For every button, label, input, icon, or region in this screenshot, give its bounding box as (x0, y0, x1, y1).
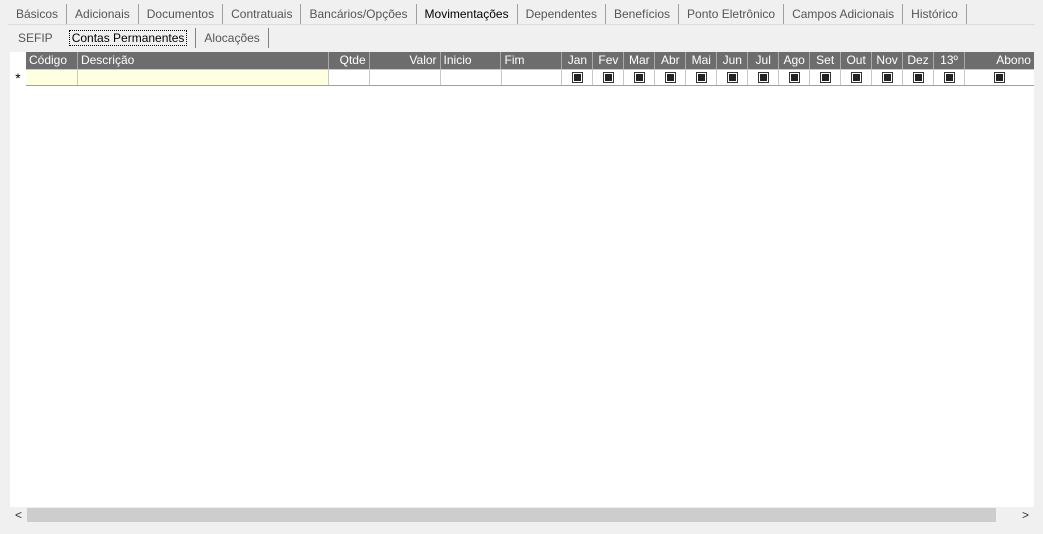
grid-panel: Código Descrição Qtde Valor Inicio Fim J… (10, 52, 1034, 507)
horizontal-scrollbar[interactable]: < > (10, 507, 1034, 524)
checkbox-mai[interactable] (695, 72, 707, 83)
subtab-contas-permanentes[interactable]: Contas Permanentes (61, 28, 197, 48)
cell-descricao[interactable] (77, 69, 329, 85)
cell-abr (655, 69, 687, 85)
col-jun[interactable]: Jun (717, 52, 749, 69)
checkbox-jun[interactable] (726, 72, 738, 83)
tab-basicos[interactable]: Básicos (8, 4, 68, 24)
col-codigo[interactable]: Código (26, 52, 78, 69)
checkbox-jul[interactable] (757, 72, 769, 83)
tab-bancarios-opcoes[interactable]: Bancários/Opções (301, 4, 417, 24)
new-row-marker: * (15, 70, 21, 86)
subtab-sefip[interactable]: SEFIP (10, 28, 61, 48)
tab-beneficios[interactable]: Benefícios (606, 4, 680, 24)
col-inicio[interactable]: Inicio (441, 52, 502, 69)
cell-jul (748, 69, 780, 85)
cell-mar (624, 69, 656, 85)
col-13[interactable]: 13º (934, 52, 966, 69)
checkbox-abono[interactable] (994, 72, 1006, 83)
col-mai[interactable]: Mai (686, 52, 718, 69)
cell-mai (686, 69, 718, 85)
col-abono[interactable]: Abono (965, 52, 1034, 69)
checkbox-out[interactable] (850, 72, 862, 83)
cell-set (810, 69, 842, 85)
scrollbar-thumb[interactable] (27, 508, 996, 522)
subtab-alocacoes[interactable]: Alocações (196, 28, 269, 48)
col-abr[interactable]: Abr (655, 52, 687, 69)
col-dez[interactable]: Dez (903, 52, 935, 69)
checkbox-mar[interactable] (633, 72, 645, 83)
checkbox-ago[interactable] (788, 72, 800, 83)
cell-abono (965, 69, 1034, 85)
checkbox-dez[interactable] (912, 72, 924, 83)
checkbox-jan[interactable] (571, 72, 583, 83)
cell-nov (872, 69, 904, 85)
main-tab-strip: Básicos Adicionais Documentos Contratuai… (8, 4, 967, 24)
cell-fim[interactable] (501, 69, 563, 85)
col-jul[interactable]: Jul (748, 52, 780, 69)
cell-13 (934, 69, 966, 85)
col-nov[interactable]: Nov (872, 52, 904, 69)
col-valor[interactable]: Valor (370, 52, 441, 69)
checkbox-set[interactable] (819, 72, 831, 83)
tab-movimentacoes[interactable]: Movimentações (417, 4, 518, 24)
col-out[interactable]: Out (841, 52, 873, 69)
tab-divider (8, 24, 1035, 25)
col-descricao[interactable]: Descrição (78, 52, 329, 69)
tab-ponto-eletronico[interactable]: Ponto Eletrônico (679, 4, 785, 24)
tab-documentos[interactable]: Documentos (139, 4, 224, 24)
grid-header: Código Descrição Qtde Valor Inicio Fim J… (26, 52, 1034, 69)
cell-fev (593, 69, 625, 85)
scroll-right-icon[interactable]: > (1017, 507, 1034, 524)
cell-jan (562, 69, 594, 85)
checkbox-nov[interactable] (881, 72, 893, 83)
col-ago[interactable]: Ago (779, 52, 811, 69)
tab-adicionais[interactable]: Adicionais (67, 4, 139, 24)
col-fim[interactable]: Fim (501, 52, 563, 69)
cell-out (841, 69, 873, 85)
col-mar[interactable]: Mar (624, 52, 656, 69)
col-set[interactable]: Set (810, 52, 842, 69)
col-fev[interactable]: Fev (593, 52, 625, 69)
cell-jun (717, 69, 749, 85)
cell-valor[interactable] (369, 69, 441, 85)
tab-campos-adicionais[interactable]: Campos Adicionais (784, 4, 904, 24)
cell-inicio[interactable] (440, 69, 502, 85)
cell-qtde[interactable] (328, 69, 370, 85)
checkbox-13[interactable] (943, 72, 955, 83)
subtab-contas-permanentes-label: Contas Permanentes (68, 30, 188, 46)
cell-dez (903, 69, 935, 85)
table-row (26, 69, 1034, 86)
cell-ago (779, 69, 811, 85)
checkbox-abr[interactable] (664, 72, 676, 83)
col-jan[interactable]: Jan (562, 52, 594, 69)
col-qtde[interactable]: Qtde (329, 52, 370, 69)
cell-codigo[interactable] (26, 69, 78, 85)
scroll-left-icon[interactable]: < (10, 507, 27, 524)
tab-historico[interactable]: Histórico (903, 4, 967, 24)
sub-tab-strip: SEFIP Contas Permanentes Alocações (10, 28, 269, 48)
checkbox-fev[interactable] (602, 72, 614, 83)
tab-dependentes[interactable]: Dependentes (518, 4, 606, 24)
tab-contratuais[interactable]: Contratuais (223, 4, 302, 24)
